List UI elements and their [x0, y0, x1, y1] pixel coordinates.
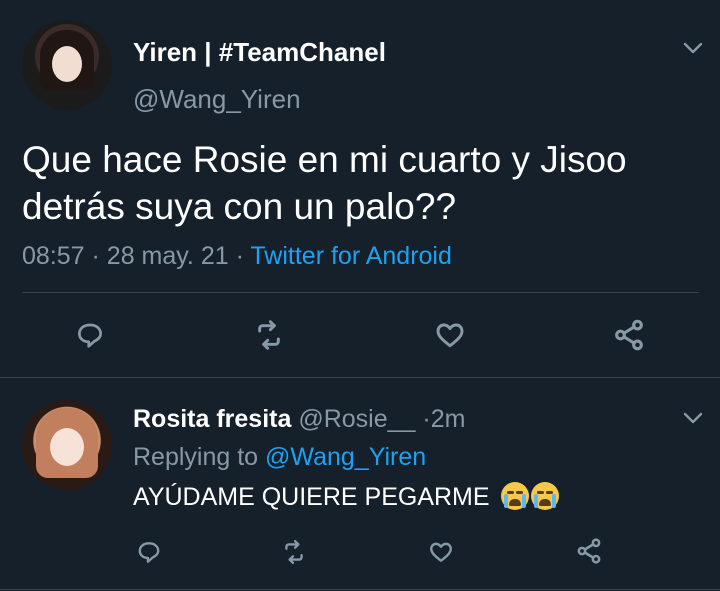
divider	[22, 292, 699, 293]
divider	[0, 589, 720, 590]
tweet-source-link[interactable]: Twitter for Android	[250, 242, 451, 270]
reply-text: AYÚDAME QUIERE PEGARME	[133, 482, 559, 512]
author-handle[interactable]: @Wang_Yiren	[133, 84, 301, 115]
retweet-icon	[285, 539, 303, 565]
reply-text-content: AYÚDAME QUIERE PEGARME	[133, 483, 490, 511]
tweet-text: Que hace Rosie en mi cuarto y Jisoo detr…	[22, 136, 627, 230]
main-tweet: Yiren | #TeamChanel @Wang_Yiren Que hace…	[0, 0, 720, 378]
reply-icon	[138, 542, 160, 563]
reply-button[interactable]	[70, 315, 110, 355]
share-icon	[577, 538, 601, 564]
retweet-button[interactable]	[249, 315, 289, 355]
retweet-icon	[258, 320, 280, 350]
replying-to-mention[interactable]: @Wang_Yiren	[265, 443, 426, 471]
avatar-yiren[interactable]	[22, 20, 112, 110]
chevron-down-icon[interactable]	[681, 36, 705, 60]
reply-header: Rosita fresita @Rosie__ ·2m	[133, 405, 465, 434]
replying-to: Replying to @Wang_Yiren	[133, 443, 426, 472]
reply-display-name[interactable]: Rosita fresita	[133, 405, 291, 433]
like-icon	[436, 323, 464, 348]
tweet-text-line: detrás suya con un palo??	[22, 186, 457, 227]
like-button[interactable]	[426, 537, 456, 567]
share-button[interactable]	[573, 535, 605, 567]
loudly-crying-face-icon	[530, 482, 559, 510]
reply-icon	[78, 323, 102, 348]
reply-button[interactable]	[134, 537, 164, 567]
share-button[interactable]	[609, 315, 649, 355]
chevron-down-icon[interactable]	[681, 406, 705, 430]
avatar-rosie[interactable]	[22, 400, 112, 490]
like-button[interactable]	[430, 315, 470, 355]
meta-separator: ·	[235, 242, 244, 270]
meta-separator: ·	[422, 405, 431, 433]
tweet-time[interactable]: 08:57	[22, 242, 85, 270]
reply-handle[interactable]: @Rosie__	[298, 405, 415, 433]
retweet-button[interactable]	[279, 537, 309, 567]
tweet-meta: 08:57 · 28 may. 21 · Twitter for Android	[22, 242, 452, 271]
author-display-name[interactable]: Yiren | #TeamChanel	[133, 37, 386, 68]
loudly-crying-face-icon	[500, 482, 529, 510]
like-icon	[430, 542, 452, 562]
tweet-text-line: Que hace Rosie en mi cuarto y Jisoo	[22, 139, 627, 180]
meta-separator: ·	[91, 242, 100, 270]
tweet-date[interactable]: 28 may. 21	[107, 242, 229, 270]
reply-age[interactable]: 2m	[431, 405, 466, 433]
share-icon	[615, 319, 643, 351]
thread-divider	[0, 377, 720, 378]
replying-to-label: Replying to	[133, 443, 259, 471]
